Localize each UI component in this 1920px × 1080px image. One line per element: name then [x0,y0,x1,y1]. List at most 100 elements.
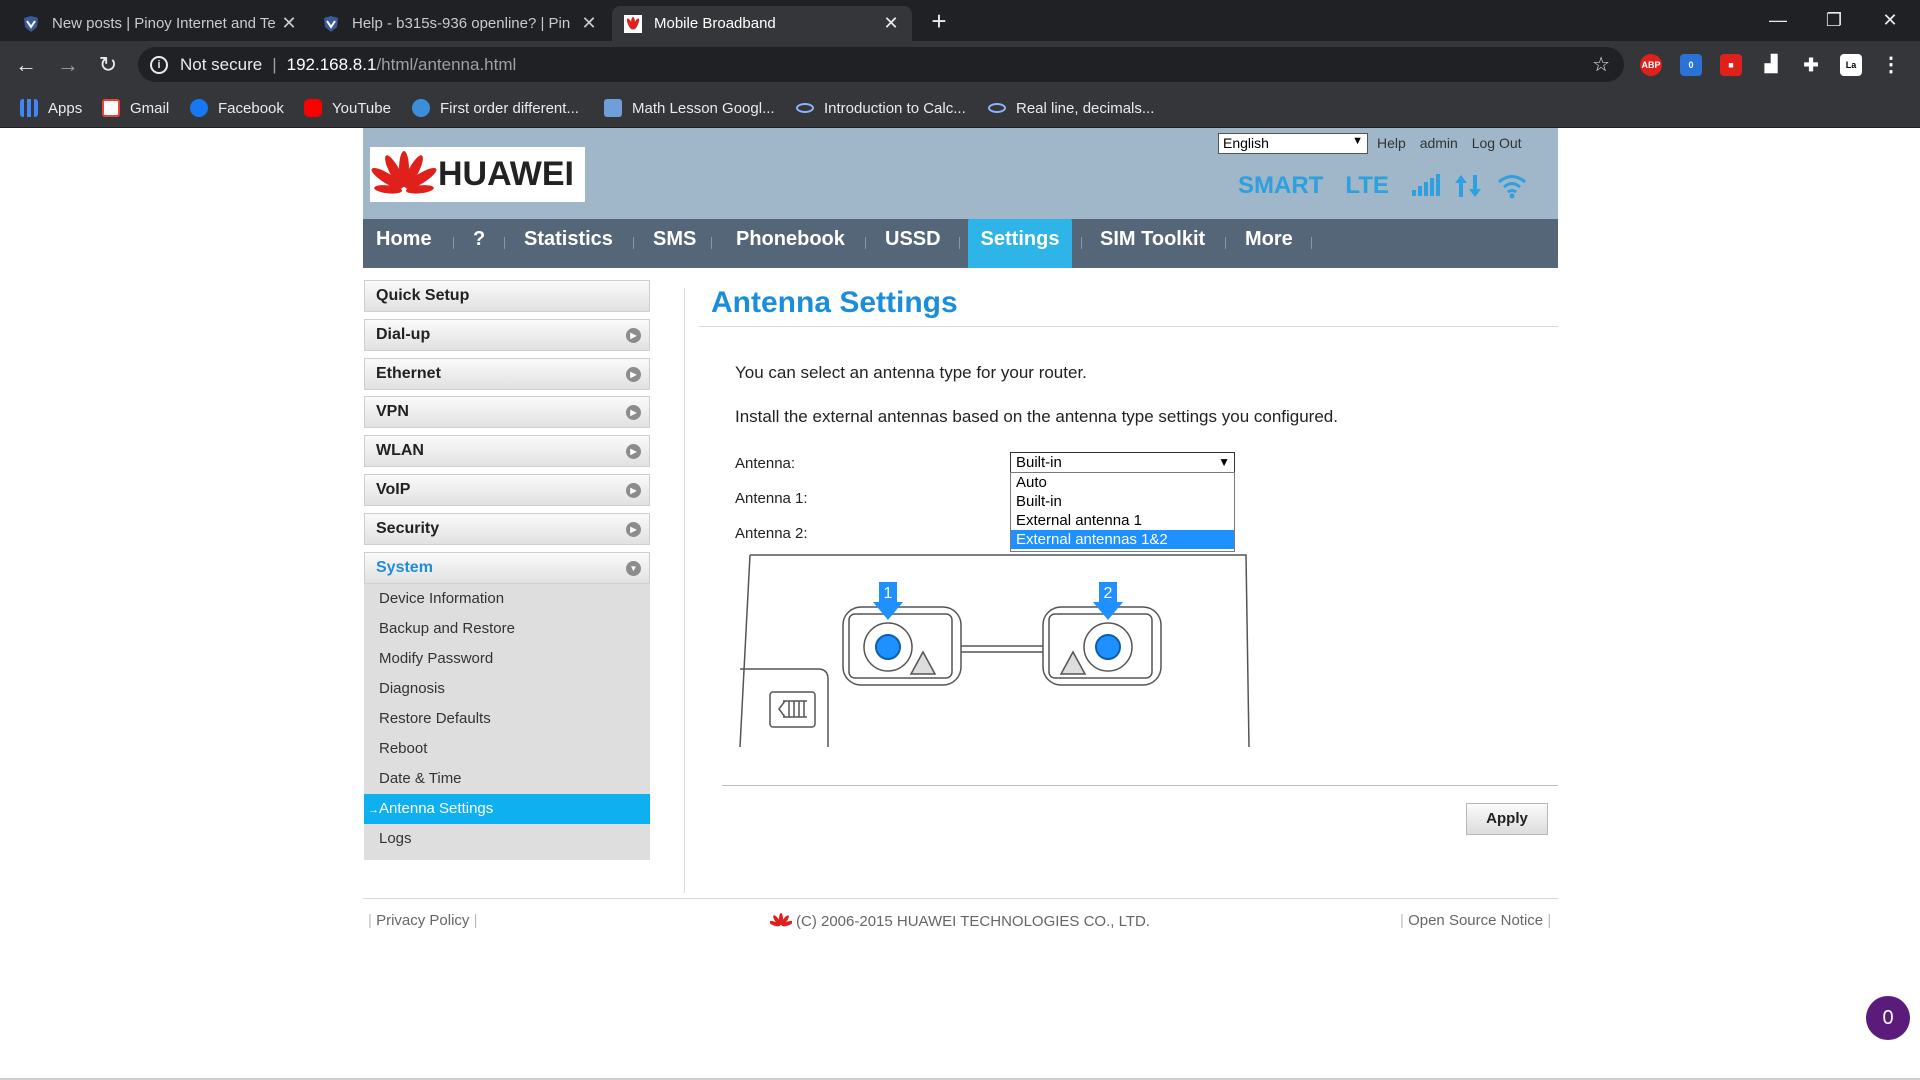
sidebar-item-voip[interactable]: VoIP ▶ [364,474,650,506]
language-extension-icon[interactable]: La [1840,54,1862,76]
notification-count-button[interactable]: 0 [1866,996,1910,1040]
privacy-policy-link[interactable]: | Privacy Policy | [368,912,478,929]
sidebar-item-label: System [376,559,433,576]
bookmark-label: Apps [48,99,83,117]
operator-name: SMART [1238,172,1324,199]
nav-phonebook[interactable]: Phonebook [736,219,845,268]
antenna-option-external-1[interactable]: External antenna 1 [1011,511,1234,530]
bookmark-apps[interactable]: Apps [20,97,82,119]
submenu-date-time[interactable]: Date & Time [364,764,650,794]
reload-icon[interactable]: ↻ [92,49,124,81]
language-select[interactable]: English ▼ [1218,133,1368,154]
submenu-backup-restore[interactable]: Backup and Restore [364,614,650,644]
shield-check-icon [412,99,430,117]
nav-more[interactable]: More [1245,219,1293,268]
info-icon[interactable]: i [150,55,168,74]
antenna-type-select[interactable]: Built-in ▼ [1010,452,1235,473]
nav-divider [711,237,712,249]
submenu-modify-password[interactable]: Modify Password [364,644,650,674]
restore-window-icon[interactable]: ❐ [1806,0,1862,40]
sidebar-item-system[interactable]: System ▼ [364,552,650,584]
nav-sim-toolkit[interactable]: SIM Toolkit [1100,219,1205,268]
close-tab-icon[interactable]: ✕ [882,13,900,34]
browser-toolbar: ← → ↻ i Not secure | 192.168.8.1/html/an… [0,41,1920,88]
sidebar-item-security[interactable]: Security ▶ [364,513,650,545]
nav-home[interactable]: Home [376,219,432,268]
sidebar-item-label: WLAN [376,442,424,459]
apply-rule [722,785,1558,786]
sidebar-item-vpn[interactable]: VPN ▶ [364,396,650,428]
sidebar-item-dial-up[interactable]: Dial-up ▶ [364,319,650,351]
sidebar-item-wlan[interactable]: WLAN ▶ [364,435,650,467]
back-arrow-icon[interactable]: ← [10,49,42,81]
security-status[interactable]: Not secure [180,55,262,75]
sidebar-item-label: Quick Setup [376,287,470,304]
address-bar[interactable]: i Not secure | 192.168.8.1/html/antenna.… [138,47,1624,82]
signal-extension-icon[interactable]: ▟ [1760,54,1782,76]
sidebar-item-ethernet[interactable]: Ethernet ▶ [364,358,650,390]
submenu-diagnosis[interactable]: Diagnosis [364,674,650,704]
logout-link[interactable]: Log Out [1472,135,1522,151]
submenu-antenna-settings[interactable]: →Antenna Settings [364,794,650,824]
nav-sms[interactable]: SMS [653,219,696,268]
chevron-right-icon: ▶ [626,405,641,420]
close-tab-icon[interactable]: ✕ [580,13,598,34]
antenna1-label: Antenna 1: [735,490,808,507]
brand-name: HUAWEI [438,155,574,193]
nav-divider [1081,237,1082,249]
close-window-icon[interactable]: ✕ [1862,0,1918,40]
help-link[interactable]: Help [1377,135,1406,151]
submenu-restore-defaults[interactable]: Restore Defaults [364,704,650,734]
kebab-menu-icon[interactable]: ⋮ [1880,54,1902,76]
chevron-right-icon: ▶ [626,483,641,498]
apply-button[interactable]: Apply [1466,803,1548,835]
nav-statistics[interactable]: Statistics [524,219,613,268]
submenu-logs[interactable]: Logs [364,824,650,854]
adblock-extension-icon[interactable]: ABP [1640,54,1662,76]
antenna-port-1-label: 1 [884,585,893,602]
bookmarks-bar: Apps Gmail Facebook YouTube First order … [0,88,1920,128]
sidebar-item-label: Security [376,520,440,537]
nav-divider [1311,237,1312,249]
classroom-icon [604,99,622,117]
extension-badge-icon[interactable]: 0 [1680,54,1702,76]
forward-arrow-icon[interactable]: → [52,49,84,81]
bookmark-intro-calc[interactable]: Introduction to Calc... [796,97,966,119]
minimize-window-icon[interactable]: — [1750,0,1806,40]
bookmark-math-lesson[interactable]: Math Lesson Googl... [604,97,775,119]
submenu-device-information[interactable]: Device Information [364,584,650,614]
tab-title: Mobile Broadband [654,15,776,32]
bookmark-label: Facebook [218,99,284,117]
bookmark-gmail[interactable]: Gmail [102,97,169,119]
antenna-option-external-1-2[interactable]: External antennas 1&2 [1011,530,1234,549]
browser-tab-mobile-broadband[interactable]: Mobile Broadband ✕ [612,6,912,41]
antenna2-label: Antenna 2: [735,525,808,542]
bookmark-facebook[interactable]: Facebook [190,97,284,119]
browser-tab-help-b315s[interactable]: Help - b315s-936 openline? | Pin ✕ [310,6,610,41]
sidebar-item-label: VoIP [376,481,411,498]
lock-extension-icon[interactable]: ■ [1720,54,1742,76]
puzzle-extensions-icon[interactable]: ✚ [1800,54,1822,76]
close-tab-icon[interactable]: ✕ [280,13,298,34]
bookmark-real-line[interactable]: Real line, decimals... [988,97,1154,119]
bookmark-star-icon[interactable]: ☆ [1592,52,1610,77]
sidebar-item-quick-setup[interactable]: Quick Setup [364,280,650,312]
nav-help[interactable]: ? [473,219,485,268]
open-source-notice-link[interactable]: | Open Source Notice | [1400,912,1551,929]
url-host[interactable]: 192.168.8.1 [287,55,377,75]
new-tab-button[interactable]: + [924,6,954,36]
nav-settings[interactable]: Settings [968,219,1072,268]
bookmark-first-order[interactable]: First order different... [412,97,579,119]
chevron-right-icon: ▶ [626,367,641,382]
content-divider [684,288,685,893]
antenna-option-auto[interactable]: Auto [1011,473,1234,492]
antenna-option-built-in[interactable]: Built-in [1011,492,1234,511]
bookmark-youtube[interactable]: YouTube [304,97,391,119]
url-path[interactable]: /html/antenna.html [376,55,516,75]
data-transfer-icon [1454,175,1481,197]
huawei-header: HUAWEI English ▼ Help admin Log Out SMAR… [363,128,1558,219]
nav-ussd[interactable]: USSD [885,219,941,268]
submenu-reboot[interactable]: Reboot [364,734,650,764]
browser-tab-pinoy-internet[interactable]: New posts | Pinoy Internet and Te ✕ [10,6,310,41]
nav-divider [633,237,634,249]
